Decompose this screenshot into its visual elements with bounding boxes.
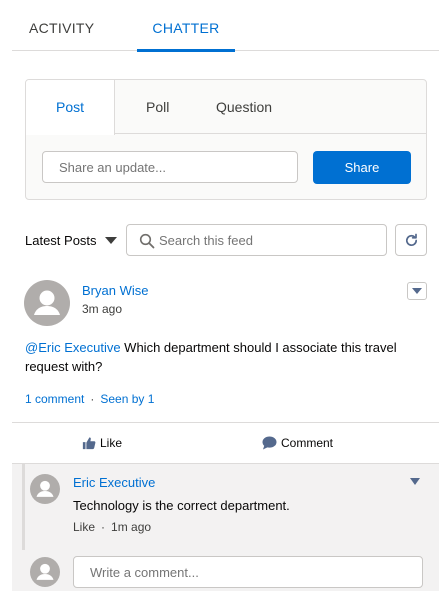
refresh-icon (406, 233, 418, 246)
post-timestamp[interactable]: 3m ago (82, 302, 122, 316)
avatar[interactable] (24, 280, 70, 326)
main-tabs: ACTIVITY CHATTER (12, 0, 439, 52)
active-tab-indicator (137, 49, 235, 52)
mention-link[interactable]: @Eric Executive (25, 340, 121, 355)
like-icon (82, 437, 96, 449)
user-avatar-icon (34, 290, 60, 315)
write-comment-input[interactable] (73, 556, 423, 588)
comment-meta: Like · 1m ago (73, 520, 151, 534)
avatar (30, 557, 60, 587)
separator-dot: · (90, 392, 95, 406)
post-actions-dropdown[interactable] (407, 282, 427, 300)
comment-label: Comment (281, 436, 334, 450)
post-body: @Eric Executive Which department should … (25, 338, 420, 376)
publisher-tab-post[interactable]: Post (26, 80, 115, 135)
comment-text: Technology is the correct department. (73, 498, 290, 513)
post-action-bar: Like Comment (12, 422, 439, 464)
avatar[interactable] (30, 474, 60, 504)
user-avatar-icon (36, 563, 54, 580)
comment-like-link[interactable]: Like (73, 520, 95, 534)
like-button[interactable]: Like (82, 423, 122, 463)
comment-count-link[interactable]: 1 comment (25, 392, 84, 406)
sort-dropdown-label[interactable]: Latest Posts (25, 233, 97, 248)
comment-dropdown-icon[interactable] (410, 478, 420, 485)
publisher-tab-poll[interactable]: Poll (146, 80, 169, 134)
like-label: Like (100, 436, 123, 450)
post-meta: 1 comment · Seen by 1 (25, 392, 154, 406)
separator-dot: · (101, 520, 106, 534)
publisher-tab-question[interactable]: Question (216, 80, 272, 134)
refresh-button[interactable] (395, 224, 427, 256)
comment-button[interactable]: Comment (262, 423, 333, 463)
publisher-tabs: Post Poll Question (26, 80, 426, 135)
dropdown-icon (412, 288, 422, 294)
chevron-down-icon[interactable] (105, 237, 117, 244)
tab-activity[interactable]: ACTIVITY (29, 0, 94, 51)
seen-by-link[interactable]: Seen by 1 (100, 392, 154, 406)
search-feed-input[interactable] (159, 225, 379, 255)
search-icon (139, 233, 155, 249)
comment-author-link[interactable]: Eric Executive (73, 475, 155, 490)
tab-chatter-label: CHATTER (152, 20, 220, 36)
feed-search (126, 224, 387, 256)
share-button[interactable]: Share (313, 151, 411, 184)
comment-timestamp[interactable]: 1m ago (111, 520, 151, 534)
publisher: Post Poll Question Share (25, 79, 427, 200)
comment-icon (262, 436, 277, 450)
share-update-input[interactable] (42, 151, 298, 183)
post-author-link[interactable]: Bryan Wise (82, 283, 148, 298)
tab-chatter[interactable]: CHATTER (137, 0, 235, 52)
user-avatar-icon (36, 480, 54, 497)
